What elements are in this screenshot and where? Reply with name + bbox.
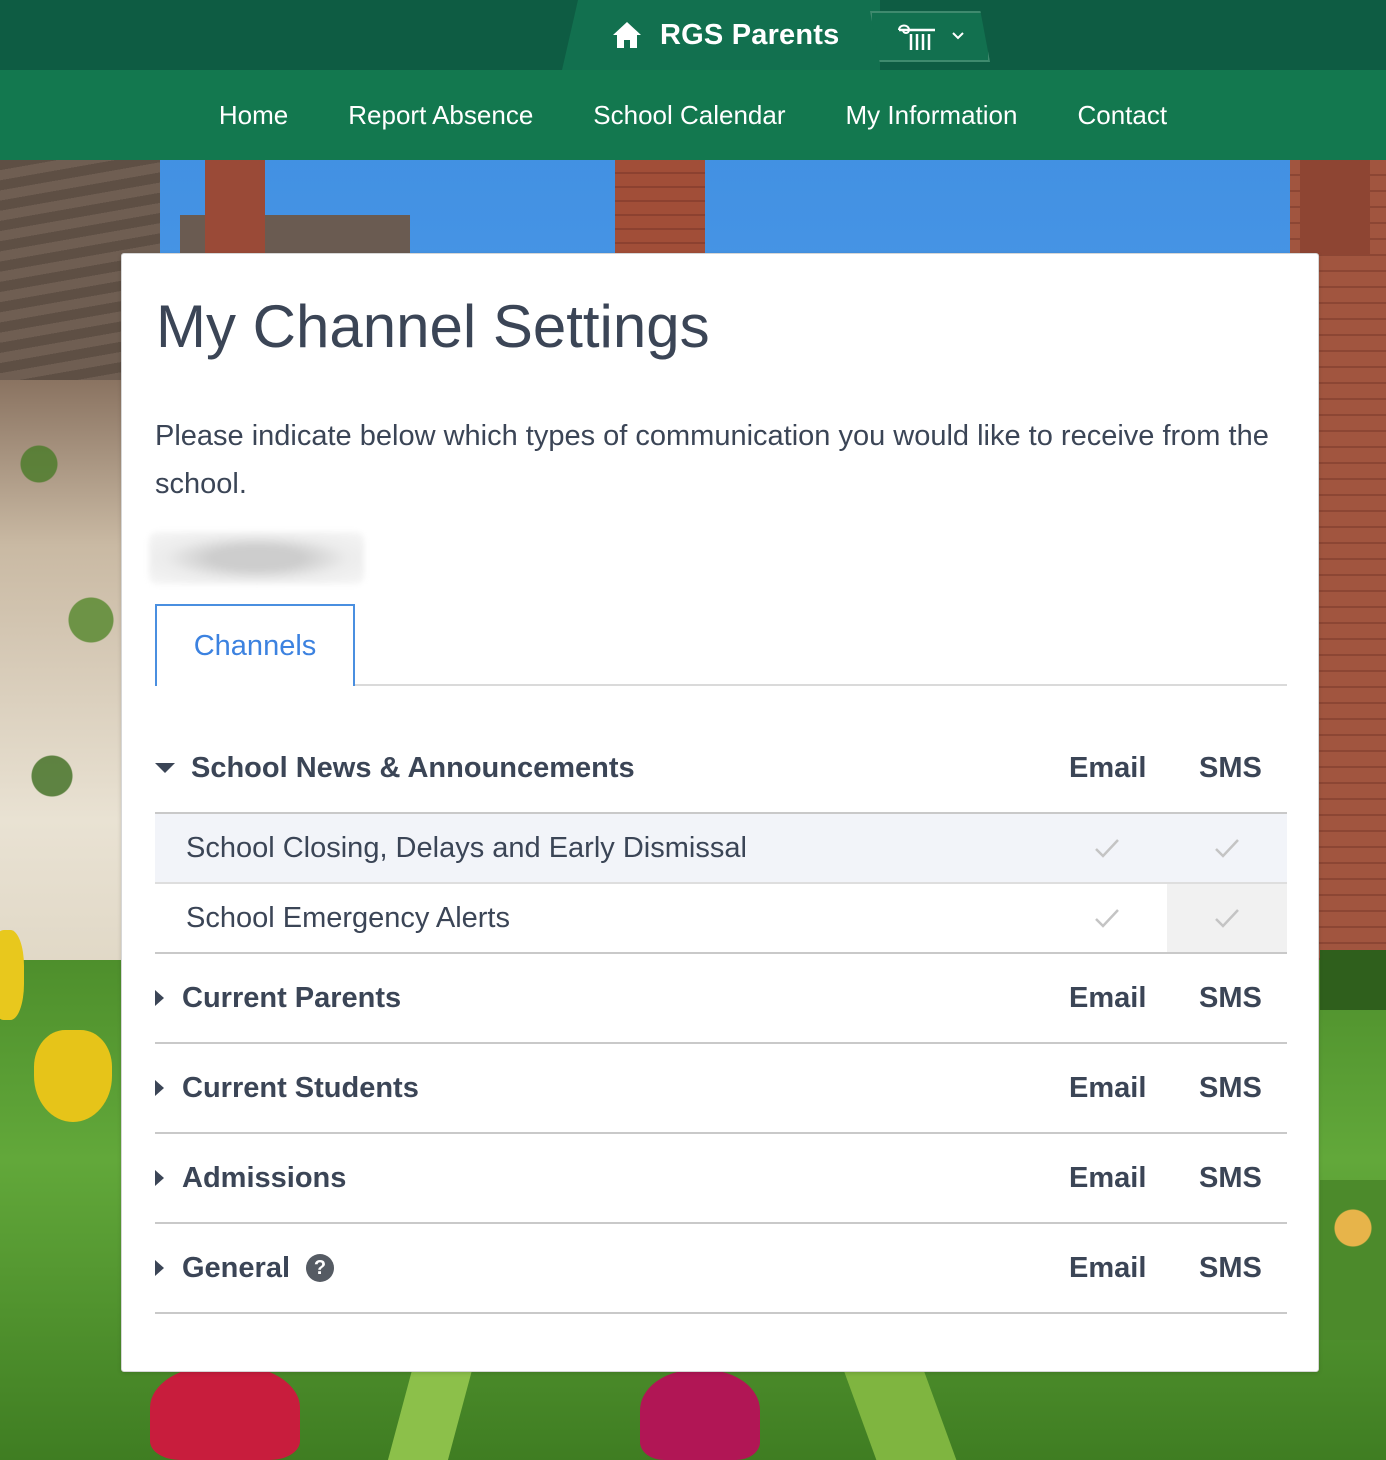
bg-chimney (1300, 160, 1370, 255)
nav-contact[interactable]: Contact (1077, 100, 1167, 131)
school-logo-icon (895, 22, 939, 52)
group-header-admissions[interactable]: Admissions Email SMS (155, 1134, 1287, 1224)
tab-bar: Channels (155, 604, 1287, 688)
group-name: Current Parents (182, 981, 402, 1014)
group-name: Admissions (182, 1161, 347, 1194)
email-checkbox[interactable] (1047, 884, 1167, 952)
nav-school-calendar[interactable]: School Calendar (593, 100, 785, 131)
top-bar: RGS Parents (0, 0, 1386, 70)
tab-channels[interactable]: Channels (155, 604, 355, 688)
caret-right-icon (155, 1170, 164, 1186)
check-icon (1095, 909, 1119, 928)
group-header-general[interactable]: General ? Email SMS (155, 1224, 1287, 1314)
bg-tulip (0, 930, 24, 1020)
check-icon (1215, 909, 1239, 928)
caret-right-icon (155, 990, 164, 1006)
home-icon (612, 21, 642, 49)
column-header-email: Email (1069, 1071, 1147, 1104)
group-header-school-news[interactable]: School News & Announcements Email SMS (155, 724, 1287, 814)
bg-flowers (1320, 1180, 1386, 1340)
channel-label: School Emergency Alerts (186, 901, 510, 934)
bg-tulip (150, 1365, 300, 1460)
nav-my-information[interactable]: My Information (846, 100, 1018, 131)
channel-row: School Emergency Alerts (155, 884, 1287, 954)
group-header-current-students[interactable]: Current Students Email SMS (155, 1044, 1287, 1134)
column-header-email: Email (1069, 1251, 1147, 1284)
caret-right-icon (155, 1080, 164, 1096)
redacted-user-name (149, 532, 364, 584)
column-header-sms: SMS (1199, 1161, 1262, 1194)
group-name: General (182, 1251, 290, 1284)
column-header-sms: SMS (1199, 1071, 1262, 1104)
column-header-sms: SMS (1199, 981, 1262, 1014)
email-checkbox[interactable] (1047, 814, 1167, 882)
caret-right-icon (155, 1260, 164, 1276)
nav-report-absence[interactable]: Report Absence (348, 100, 533, 131)
sms-checkbox[interactable] (1167, 814, 1287, 882)
column-header-email: Email (1069, 1161, 1147, 1194)
sms-checkbox[interactable] (1167, 884, 1287, 952)
group-header-current-parents[interactable]: Current Parents Email SMS (155, 954, 1287, 1044)
chevron-down-icon (951, 29, 965, 45)
column-header-email: Email (1069, 751, 1147, 784)
channel-label: School Closing, Delays and Early Dismiss… (186, 831, 747, 864)
column-header-sms: SMS (1199, 1251, 1262, 1284)
column-header-sms: SMS (1199, 751, 1262, 784)
brand-link[interactable]: RGS Parents (562, 0, 880, 70)
nav-home[interactable]: Home (219, 100, 288, 131)
channel-settings-card: My Channel Settings Please indicate belo… (121, 253, 1319, 1372)
group-name: School News & Announcements (191, 751, 635, 784)
page-title: My Channel Settings (156, 293, 710, 360)
bg-chimney (205, 160, 265, 255)
check-icon (1215, 839, 1239, 858)
column-header-email: Email (1069, 981, 1147, 1014)
bg-tulip (640, 1370, 760, 1460)
bg-ivy (0, 360, 130, 880)
channels-list: School News & Announcements Email SMS Sc… (155, 724, 1287, 1314)
group-name: Current Students (182, 1071, 419, 1104)
bg-chimney (615, 160, 705, 255)
help-icon[interactable]: ? (306, 1254, 334, 1282)
brand-title: RGS Parents (660, 18, 840, 51)
channel-row: School Closing, Delays and Early Dismiss… (155, 814, 1287, 884)
bg-hedge (1320, 950, 1386, 1010)
bg-tulip (34, 1030, 112, 1122)
main-nav: Home Report Absence School Calendar My I… (0, 70, 1386, 160)
caret-down-icon (155, 763, 175, 773)
school-switcher-button[interactable] (870, 11, 990, 62)
check-icon (1095, 839, 1119, 858)
intro-text: Please indicate below which types of com… (155, 420, 1269, 500)
